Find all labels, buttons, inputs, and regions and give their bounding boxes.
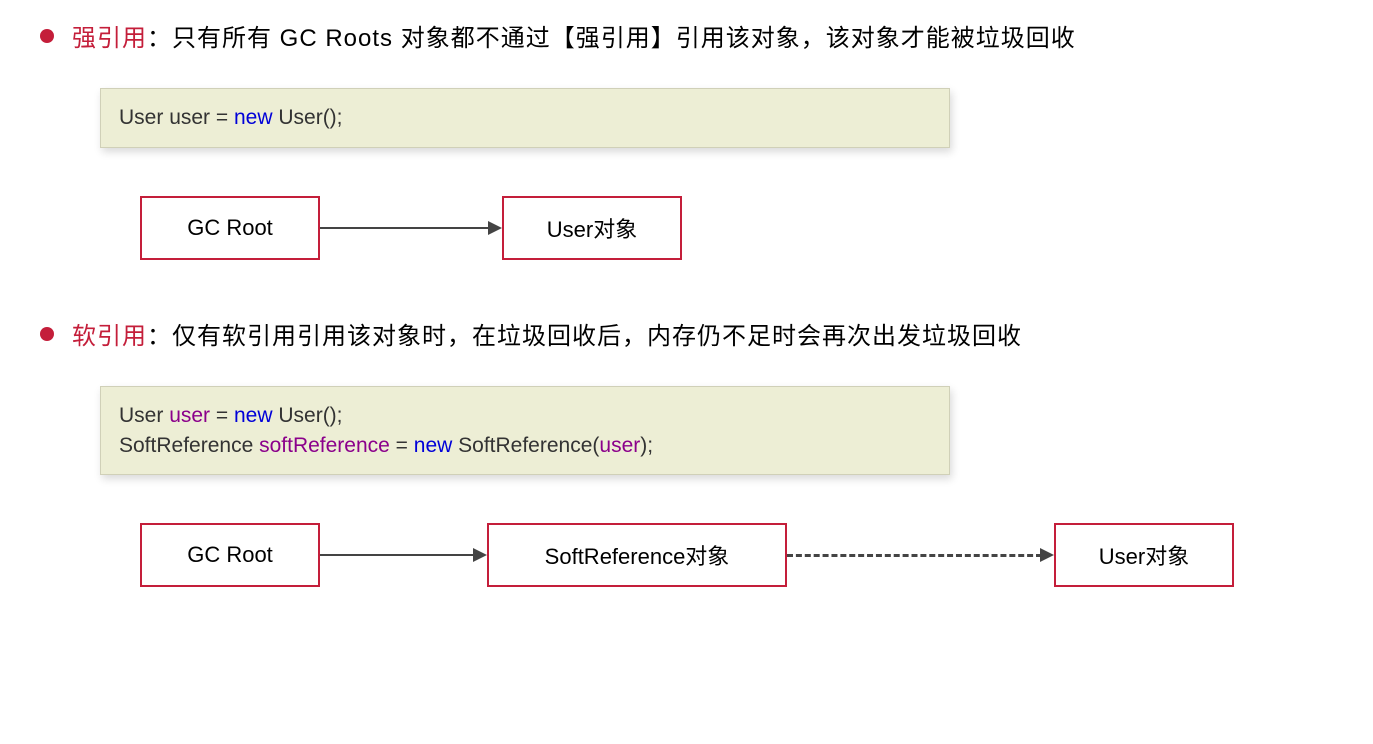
desc-2: 仅有软引用引用该对象时，在垃圾回收后，内存仍不足时会再次出发垃圾回收	[172, 323, 1022, 350]
arrow-head-icon	[488, 221, 502, 235]
box-user-1: User对象	[502, 196, 682, 260]
colon-1: ：	[147, 25, 172, 52]
arrow-head-icon	[473, 548, 487, 562]
title-strong: 强引用	[72, 25, 147, 52]
code-line-2b: SoftReference softReference = new SoftRe…	[119, 431, 931, 460]
diagram-1: GC Root User对象	[140, 188, 1333, 268]
header-text-2: 软引用：仅有软引用引用该对象时，在垃圾回收后，内存仍不足时会再次出发垃圾回收	[72, 318, 1022, 356]
code-block-2: User user = new User(); SoftReference so…	[100, 386, 950, 475]
code-line-1: User user = new User();	[119, 103, 931, 132]
section-soft-reference: 软引用：仅有软引用引用该对象时，在垃圾回收后，内存仍不足时会再次出发垃圾回收 U…	[40, 318, 1333, 595]
box-user-2: User对象	[1054, 523, 1234, 587]
code-block-1: User user = new User();	[100, 88, 950, 147]
desc-1: 只有所有 GC Roots 对象都不通过【强引用】引用该对象，该对象才能被垃圾回…	[172, 25, 1076, 52]
colon-2: ：	[147, 323, 172, 350]
diagram-2: GC Root SoftReference对象 User对象	[140, 515, 1333, 595]
arrow-head-icon	[1040, 548, 1054, 562]
box-gc-root-1: GC Root	[140, 196, 320, 260]
bullet-header-1: 强引用：只有所有 GC Roots 对象都不通过【强引用】引用该对象，该对象才能…	[40, 20, 1333, 58]
header-text-1: 强引用：只有所有 GC Roots 对象都不通过【强引用】引用该对象，该对象才能…	[72, 20, 1076, 58]
bullet-icon	[40, 327, 54, 341]
box-softref: SoftReference对象	[487, 523, 787, 587]
bullet-header-2: 软引用：仅有软引用引用该对象时，在垃圾回收后，内存仍不足时会再次出发垃圾回收	[40, 318, 1333, 356]
title-soft: 软引用	[72, 323, 147, 350]
box-gc-root-2: GC Root	[140, 523, 320, 587]
dashed-line	[787, 554, 1042, 557]
code-line-2a: User user = new User();	[119, 401, 931, 430]
section-strong-reference: 强引用：只有所有 GC Roots 对象都不通过【强引用】引用该对象，该对象才能…	[40, 20, 1333, 268]
arrow-line-1	[320, 227, 490, 230]
arrow-line-2	[320, 554, 475, 557]
bullet-icon	[40, 29, 54, 43]
